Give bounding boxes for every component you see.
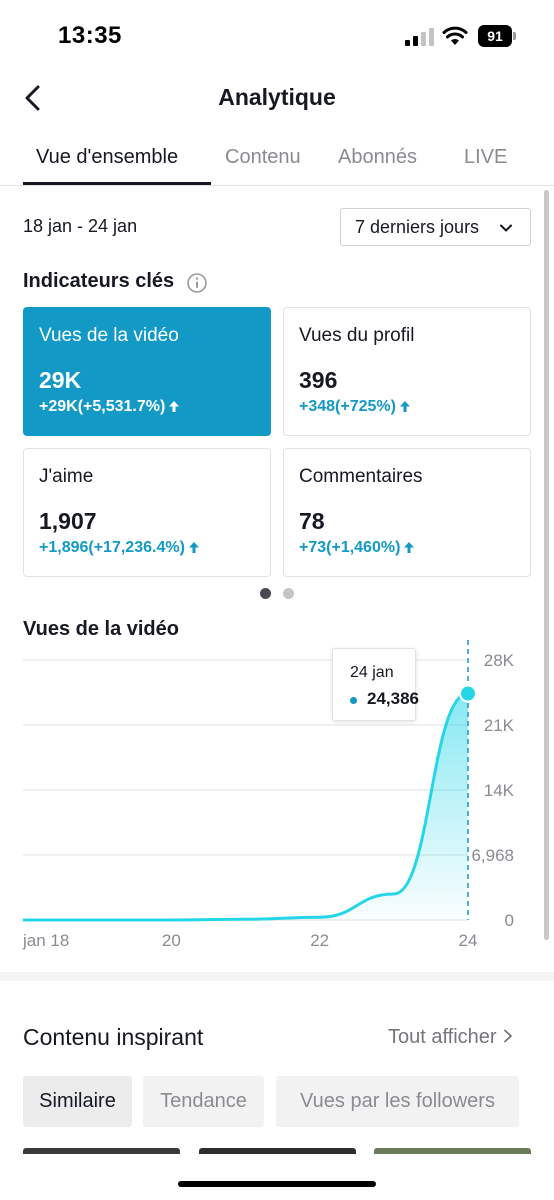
tooltip-value: 24,386	[367, 689, 419, 708]
chip-trending[interactable]: Tendance	[143, 1076, 264, 1127]
page-title: Analytique	[218, 84, 336, 110]
inspiring-content-title: Contenu inspirant	[23, 1024, 204, 1050]
arrow-up-icon	[399, 401, 410, 412]
video-thumbnail[interactable]	[199, 1148, 356, 1154]
arrow-up-icon	[169, 401, 180, 412]
kpi-card-video-views[interactable]: Vues de la vidéo 29K +29K(+5,531.7%)	[23, 307, 271, 436]
x-tick-label: jan 18	[22, 931, 69, 950]
kpi-value: 78	[299, 508, 325, 534]
chart-tooltip: 24 jan 24,386	[332, 648, 419, 721]
x-tick-label: 24	[459, 931, 478, 950]
arrow-up-icon	[404, 542, 415, 553]
home-indicator	[178, 1181, 376, 1187]
y-tick-label: 6,968	[471, 846, 514, 865]
kpi-label: Commentaires	[299, 466, 423, 487]
period-dropdown[interactable]: 7 derniers jours	[340, 208, 531, 246]
kpi-card-profile-views[interactable]: Vues du profil 396 +348(+725%)	[283, 307, 531, 436]
battery-icon: 91	[478, 25, 518, 47]
chevron-right-icon	[503, 1029, 512, 1043]
kpi-card-likes[interactable]: J'aime 1,907 +1,896(+17,236.4%)	[23, 448, 271, 577]
chip-follower-views[interactable]: Vues par les followers	[276, 1076, 519, 1127]
y-tick-label: 0	[505, 911, 514, 930]
arrow-up-icon	[188, 542, 199, 553]
wifi-icon	[442, 26, 468, 45]
active-tab-indicator	[23, 182, 211, 185]
pager-dot[interactable]	[283, 588, 294, 599]
kpi-change-text: +1,896(+17,236.4%)	[39, 539, 185, 556]
key-indicators-title: Indicateurs clés	[23, 270, 175, 292]
kpi-label: Vues du profil	[299, 325, 415, 346]
kpi-value: 1,907	[39, 508, 97, 534]
tab-live[interactable]: LIVE	[464, 146, 507, 169]
info-icon[interactable]	[186, 272, 208, 294]
kpi-change-text: +73(+1,460%)	[299, 539, 401, 556]
kpi-change-text: +348(+725%)	[299, 398, 396, 415]
tab-followers[interactable]: Abonnés	[338, 146, 417, 169]
kpi-card-comments[interactable]: Commentaires 78 +73(+1,460%)	[283, 448, 531, 577]
chart-title: Vues de la vidéo	[23, 618, 179, 640]
chart-area	[23, 693, 468, 920]
see-all-link[interactable]: Tout afficher	[388, 1026, 513, 1049]
cellular-signal-icon	[405, 28, 434, 46]
video-thumbnail[interactable]	[23, 1148, 180, 1154]
y-tick-label: 28K	[484, 651, 515, 670]
video-views-chart[interactable]: 28K 21K 14K 6,968 0 jan 18 20 22 24	[0, 640, 554, 960]
kpi-change: +1,896(+17,236.4%)	[39, 539, 199, 557]
chevron-down-icon	[500, 224, 512, 232]
x-tick-label: 22	[310, 931, 329, 950]
date-range: 18 jan - 24 jan	[23, 216, 138, 236]
battery-cap	[513, 32, 516, 40]
tab-bar: Vue d'ensemble Contenu Abonnés LIVE	[0, 140, 554, 186]
kpi-change: +29K(+5,531.7%)	[39, 398, 180, 416]
section-divider	[0, 972, 554, 981]
chart-line	[23, 692, 469, 922]
tab-content[interactable]: Contenu	[225, 146, 301, 169]
tab-overview[interactable]: Vue d'ensemble	[36, 146, 178, 169]
kpi-label: J'aime	[39, 466, 94, 487]
kpi-label: Vues de la vidéo	[39, 325, 179, 346]
status-time: 13:35	[58, 22, 122, 49]
tooltip-date: 24 jan	[350, 664, 394, 681]
y-tick-label: 14K	[484, 781, 515, 800]
pager-dot-active[interactable]	[260, 588, 271, 599]
kpi-change-text: +29K(+5,531.7%)	[39, 398, 166, 415]
chip-similar[interactable]: Similaire	[23, 1076, 132, 1127]
status-bar: 13:35 91	[0, 0, 554, 72]
kpi-value: 29K	[39, 367, 82, 393]
tooltip-series-dot	[350, 697, 357, 704]
kpi-change: +73(+1,460%)	[299, 539, 415, 557]
period-dropdown-label: 7 derniers jours	[355, 217, 480, 237]
kpi-value: 396	[299, 367, 338, 393]
battery-level: 91	[478, 25, 512, 47]
y-tick-label: 21K	[484, 716, 515, 735]
x-tick-label: 20	[162, 931, 181, 950]
kpi-change: +348(+725%)	[299, 398, 410, 416]
chart-point-highlight[interactable]	[459, 684, 477, 703]
see-all-label: Tout afficher	[388, 1026, 497, 1048]
video-thumbnail[interactable]	[374, 1148, 531, 1154]
